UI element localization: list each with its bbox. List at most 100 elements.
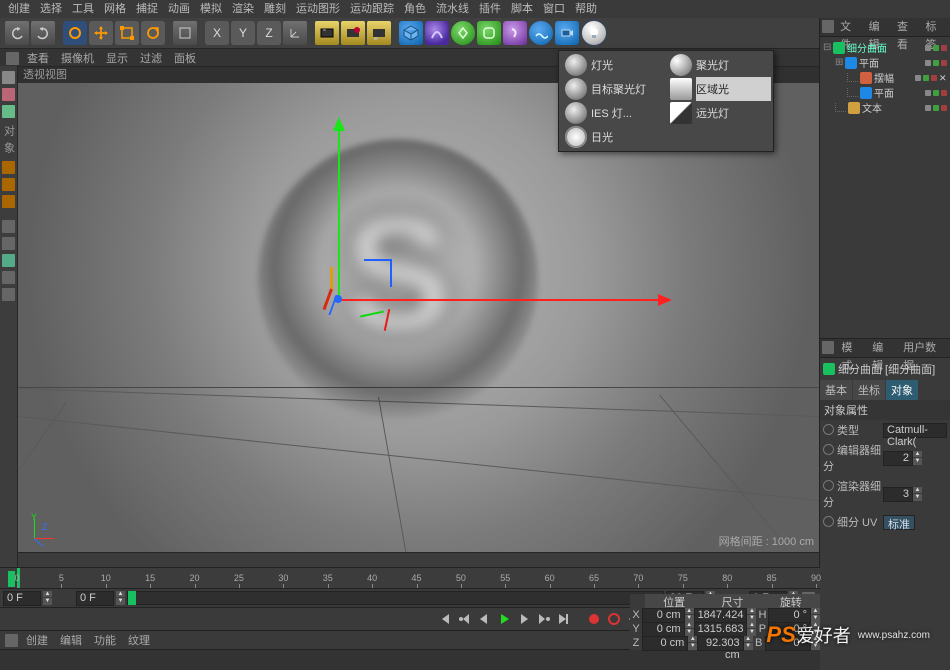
menu-运动跟踪[interactable]: 运动跟踪 [345, 0, 399, 18]
vp-menu-摄像机[interactable]: 摄像机 [55, 50, 100, 66]
vp-maximize-icon[interactable] [6, 52, 19, 65]
poly-mode[interactable] [2, 195, 15, 208]
coord-Y-rot[interactable]: 0 ° [768, 622, 811, 637]
light-option-sun[interactable]: 日光 [591, 125, 666, 149]
mat-menu-编辑[interactable]: 编辑 [54, 632, 88, 648]
material-tray[interactable] [0, 649, 820, 670]
light-icon-area[interactable] [666, 77, 696, 101]
menu-网格[interactable]: 网格 [99, 0, 131, 18]
workplane-mode[interactable] [2, 105, 15, 118]
menu-插件[interactable]: 插件 [474, 0, 506, 18]
mat-menu-创建[interactable]: 创建 [20, 632, 54, 648]
enable-snap[interactable] [2, 237, 15, 250]
y-axis-lock[interactable]: Y [231, 21, 255, 45]
mat-menu-纹理[interactable]: 纹理 [122, 632, 156, 648]
menu-选择[interactable]: 选择 [35, 0, 67, 18]
vp-menu-显示[interactable]: 显示 [100, 50, 134, 66]
coord-Y-s[interactable]: 1315.683 cm [694, 622, 748, 637]
light-option-ies[interactable]: IES 灯... [591, 101, 666, 125]
primitive-button[interactable] [399, 21, 423, 45]
tree-item-细分曲面[interactable]: ⊟细分曲面 [823, 40, 947, 55]
move-button[interactable] [89, 21, 113, 45]
menu-渲染[interactable]: 渲染 [227, 0, 259, 18]
menu-帮助[interactable]: 帮助 [570, 0, 602, 18]
light-option-target[interactable]: 目标聚光灯 [591, 77, 666, 101]
attr-tab-模式[interactable]: 模式 [836, 339, 867, 357]
coord-Z-s[interactable]: 92.303 cm [697, 636, 743, 651]
viewport-solo[interactable] [2, 254, 15, 267]
om-tab-查看[interactable]: 查看 [893, 18, 921, 36]
light-option-light[interactable]: 灯光 [591, 53, 666, 77]
light-icon-spot[interactable] [666, 53, 696, 77]
menu-角色[interactable]: 角色 [399, 0, 431, 18]
goto-end-button[interactable] [555, 610, 573, 628]
locked-workplane[interactable] [2, 271, 15, 284]
subdiv-button[interactable] [477, 21, 501, 45]
tree-item-平面[interactable]: 平面 [823, 85, 947, 100]
current-frame-input[interactable]: 0 F [3, 591, 41, 606]
light-option-spot[interactable]: 聚光灯 [696, 53, 771, 77]
edge-mode[interactable] [2, 178, 15, 191]
redo-button[interactable] [31, 21, 55, 45]
spline-button[interactable] [425, 21, 449, 45]
next-frame-button[interactable] [515, 610, 533, 628]
render-settings-button[interactable] [367, 21, 391, 45]
live-select-button[interactable] [63, 21, 87, 45]
xz-plane-handle[interactable] [360, 313, 386, 339]
play-button[interactable] [495, 610, 513, 628]
x-axis[interactable] [338, 299, 658, 301]
attr-subtab-基本[interactable]: 基本 [820, 380, 852, 400]
recent-tools-button[interactable] [173, 21, 197, 45]
generator-button[interactable] [451, 21, 475, 45]
attr-tab-编辑[interactable]: 编辑 [867, 339, 898, 357]
tree-item-文本[interactable]: 文本 [823, 100, 947, 115]
goto-key-next-button[interactable] [535, 610, 553, 628]
menu-雕刻[interactable]: 雕刻 [259, 0, 291, 18]
coord-X-s[interactable]: 1847.424 cm [694, 608, 748, 623]
vp-menu-过滤[interactable]: 过滤 [134, 50, 168, 66]
attr-dock-icon[interactable] [822, 341, 834, 354]
menu-创建[interactable]: 创建 [3, 0, 35, 18]
planar-workplane[interactable] [2, 288, 15, 301]
attr-subtab-坐标[interactable]: 坐标 [853, 380, 885, 400]
goto-key-prev-button[interactable] [455, 610, 473, 628]
coord-Y-p[interactable]: 0 cm [642, 622, 685, 637]
record-button[interactable] [585, 610, 603, 628]
coord-Z-p[interactable]: 0 cm [642, 636, 688, 651]
om-dock-icon[interactable] [822, 20, 834, 33]
texture-mode[interactable] [2, 88, 15, 101]
light-option-infinite[interactable]: 远光灯 [696, 101, 771, 125]
menu-流水线[interactable]: 流水线 [431, 0, 474, 18]
y-axis-head[interactable] [333, 117, 345, 131]
light-icon-infinite[interactable] [666, 101, 696, 125]
prev-frame-button[interactable] [475, 610, 493, 628]
enable-axis[interactable] [2, 220, 15, 233]
scale-button[interactable] [115, 21, 139, 45]
frame-spin[interactable]: ▲▼ [43, 591, 52, 606]
menu-模拟[interactable]: 模拟 [195, 0, 227, 18]
timeline[interactable]: 051015202530354045505560657075808590 [0, 568, 820, 589]
menu-脚本[interactable]: 脚本 [506, 0, 538, 18]
yz-plane-handle[interactable] [330, 267, 356, 293]
prop-num-编辑器细分[interactable]: 2 [883, 451, 913, 466]
attr-tab-用户数据[interactable]: 用户数据 [898, 339, 950, 357]
model-mode[interactable] [2, 71, 15, 84]
start-frame-input[interactable]: 0 F [76, 591, 114, 606]
timeline-preview-track[interactable] [127, 591, 664, 605]
point-mode[interactable] [2, 161, 15, 174]
light-icon-light[interactable] [561, 53, 591, 77]
om-tab-编辑[interactable]: 编辑 [865, 18, 893, 36]
object-tree[interactable]: ⊟细分曲面⊞平面摆幅✕平面文本 [820, 37, 950, 118]
light-option-area[interactable]: 区域光 [696, 77, 771, 101]
menu-运动图形[interactable]: 运动图形 [291, 0, 345, 18]
z-axis-lock[interactable]: Z [257, 21, 281, 45]
timeline-scale[interactable]: 051015202530354045505560657075808590 [17, 568, 816, 588]
om-tab-文件[interactable]: 文件 [836, 18, 864, 36]
tree-item-平面[interactable]: ⊞平面 [823, 55, 947, 70]
mat-menu-功能[interactable]: 功能 [88, 632, 122, 648]
menu-捕捉[interactable]: 捕捉 [131, 0, 163, 18]
render-view-button[interactable] [315, 21, 339, 45]
menu-窗口[interactable]: 窗口 [538, 0, 570, 18]
prop-drop-类型[interactable]: Catmull-Clark( [883, 423, 947, 438]
light-button[interactable] [581, 20, 607, 46]
